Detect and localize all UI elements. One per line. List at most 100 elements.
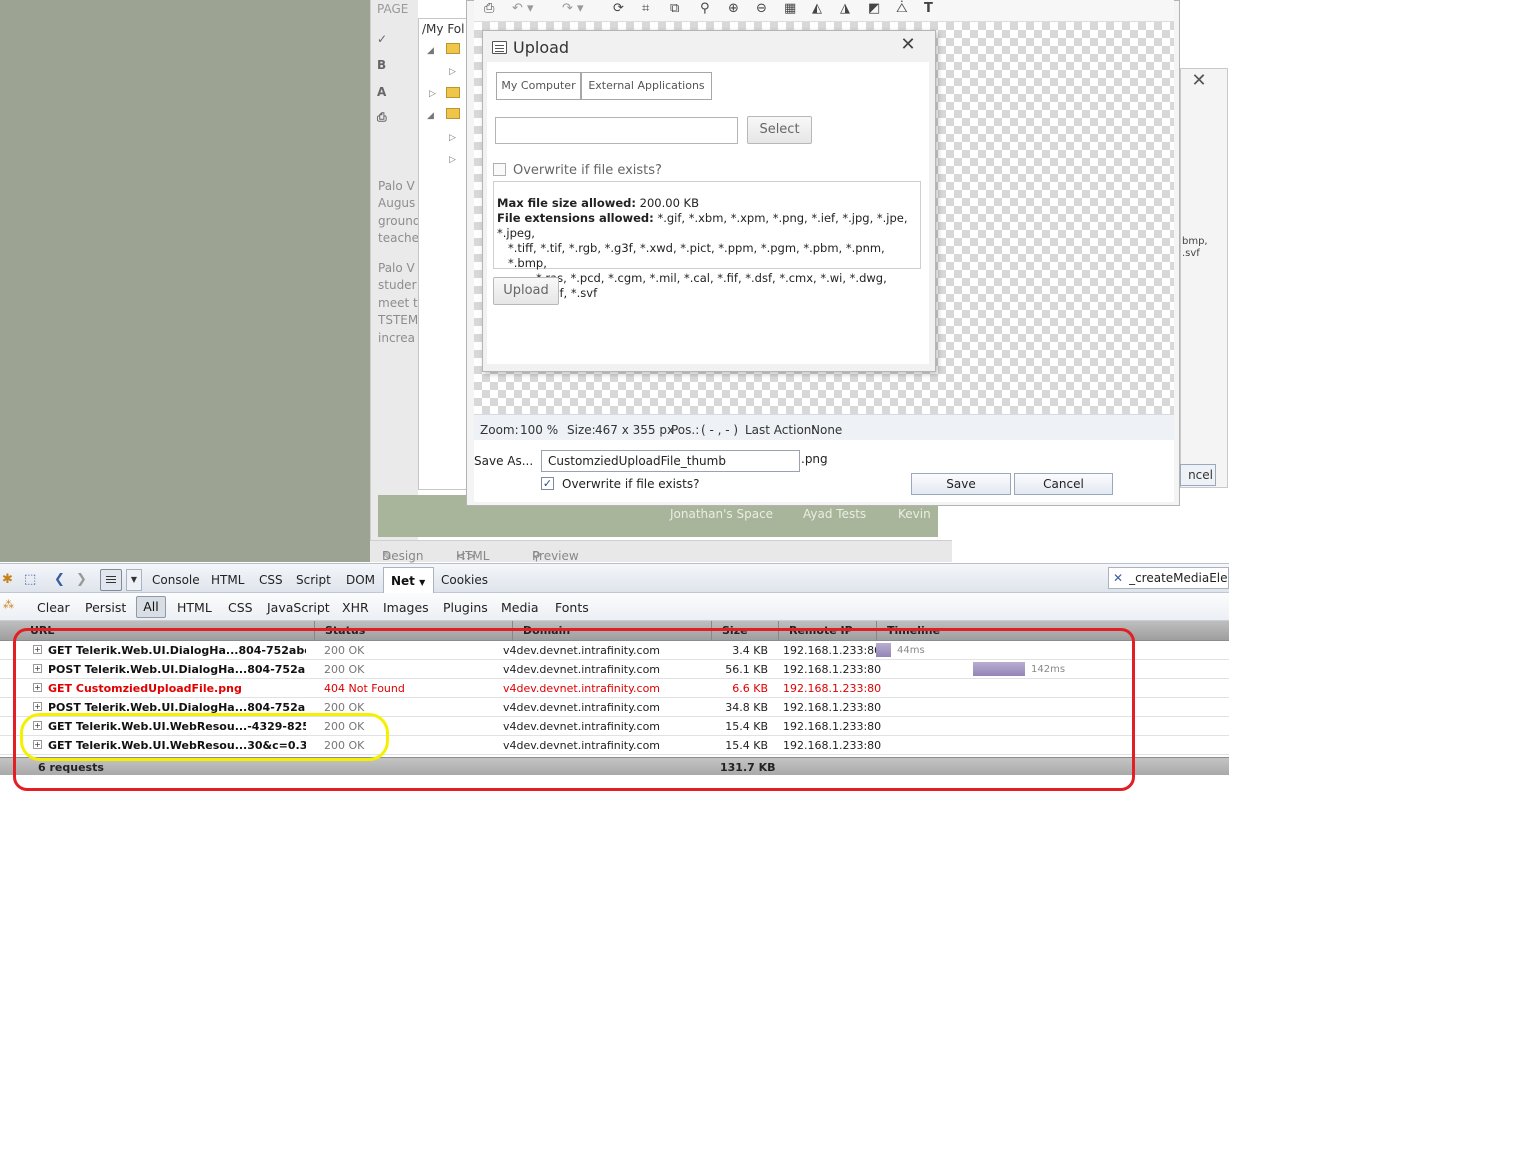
- undo-icon[interactable]: ↶ ▾: [512, 1, 534, 16]
- save-as-extension: .png: [801, 452, 828, 466]
- clear-search-icon[interactable]: ✕: [1113, 571, 1123, 585]
- spellcheck-icon[interactable]: ✓: [377, 32, 413, 52]
- overwrite-checkbox[interactable]: ✓: [541, 477, 554, 490]
- select-button[interactable]: Select: [747, 116, 812, 144]
- tab-cookies[interactable]: Cookies: [441, 573, 488, 587]
- print-icon[interactable]: ⎙: [377, 110, 413, 130]
- editor-line: Augus: [378, 196, 416, 210]
- opacity-icon[interactable]: ◩: [868, 1, 880, 16]
- filter-fonts[interactable]: Fonts: [555, 600, 589, 615]
- tab-dom[interactable]: DOM: [346, 573, 375, 587]
- zoom-label: Zoom:: [480, 423, 519, 437]
- overwrite-label: Overwrite if file exists?: [562, 477, 700, 491]
- bold-button[interactable]: B: [377, 58, 413, 78]
- persist-button[interactable]: Persist: [85, 600, 126, 615]
- cancel-button[interactable]: Cancel: [1014, 473, 1113, 495]
- last-action-value: None: [811, 423, 843, 437]
- fit-icon[interactable]: ▦: [784, 1, 796, 16]
- zoom-out-icon[interactable]: ⊖: [756, 1, 767, 16]
- tab-script[interactable]: Script: [296, 573, 331, 587]
- rotate-icon[interactable]: ◮: [840, 1, 850, 16]
- upload-button[interactable]: Upload: [493, 277, 559, 305]
- footer-link[interactable]: Ayad Tests: [803, 507, 866, 521]
- redo-icon[interactable]: ↷ ▾: [562, 1, 584, 16]
- image-editor-toolbar: ⎙ ↶ ▾ ↷ ▾ ⟳ ⌗ ⧉ ⚲ ⊕ ⊖ ▦ ◭ ◮ ◩ ⧊ T: [474, 0, 1174, 22]
- tab-console[interactable]: Console: [152, 573, 200, 587]
- overwrite-checkbox[interactable]: [493, 163, 506, 176]
- image-editor-status-bar: Zoom: 100 % Size: 467 x 355 px Pos.: ( -…: [474, 414, 1174, 440]
- firebug-toolbar: ✱ ⬚ ❮ ❯ ▼ Console HTML CSS Script DOM Ne…: [0, 563, 1229, 594]
- reset-icon[interactable]: ⟳: [613, 1, 624, 16]
- crop-icon[interactable]: ⌗: [642, 1, 649, 16]
- filter-css[interactable]: CSS: [228, 600, 253, 615]
- save-as-label: Save As...: [474, 454, 534, 468]
- flip-vertical-icon[interactable]: ⧊: [896, 1, 908, 16]
- file-path-input[interactable]: [495, 117, 738, 144]
- flip-icon[interactable]: ◭: [812, 1, 822, 16]
- tree-expand-icon[interactable]: ▷: [429, 89, 436, 99]
- firebug-icon[interactable]: ✱: [2, 572, 13, 587]
- editor-line: studer: [378, 278, 417, 292]
- clear-button[interactable]: Clear: [37, 600, 70, 615]
- editor-line: Palo V: [378, 180, 415, 193]
- forward-icon[interactable]: ❯: [76, 572, 87, 587]
- pos-label: Pos.:: [671, 423, 700, 437]
- panel-list-button[interactable]: [100, 569, 122, 591]
- footer-link[interactable]: Jonathan's Space: [670, 507, 773, 521]
- filter-xhr[interactable]: XHR: [342, 600, 369, 615]
- background-cancel-button[interactable]: ncel: [1180, 464, 1216, 486]
- size-label: Size:: [567, 423, 596, 437]
- upload-dialog-title: Upload: [513, 38, 570, 57]
- filter-images[interactable]: Images: [383, 600, 429, 615]
- filter-all[interactable]: All: [136, 596, 166, 618]
- editor-page-label: PAGE: [377, 2, 409, 16]
- folder-icon[interactable]: [446, 87, 460, 98]
- net-filter-bar: ⁂ Clear Persist All HTML CSS JavaScript …: [0, 593, 1229, 621]
- editor-line: increa: [378, 330, 415, 345]
- text-icon[interactable]: T: [924, 1, 933, 16]
- xhr-icon[interactable]: ⁂: [3, 598, 14, 611]
- size-value: 467 x 355 px: [595, 423, 675, 437]
- editor-line: teache: [378, 231, 418, 245]
- editor-mode-bar: ✎ Design <> HTML ⚲ Preview: [370, 540, 952, 563]
- tab-external-applications[interactable]: External Applications: [581, 72, 712, 100]
- print-icon[interactable]: ⎙: [484, 1, 494, 16]
- filter-javascript[interactable]: JavaScript: [267, 600, 330, 615]
- zoom-in-icon[interactable]: ⊕: [728, 1, 739, 16]
- editor-line: meet t: [378, 295, 418, 310]
- back-icon[interactable]: ❮: [54, 572, 65, 587]
- filter-media[interactable]: Media: [501, 600, 539, 615]
- tree-expand-icon[interactable]: ▷: [449, 67, 456, 77]
- tab-html[interactable]: HTML: [211, 573, 244, 587]
- zoom-icon[interactable]: ⚲: [700, 1, 710, 16]
- tab-my-computer[interactable]: My Computer: [496, 72, 581, 100]
- resize-icon[interactable]: ⧉: [670, 1, 679, 16]
- tab-css[interactable]: CSS: [259, 573, 283, 587]
- filter-html[interactable]: HTML: [177, 600, 212, 615]
- tree-collapse-icon[interactable]: ◢: [427, 46, 434, 56]
- inspect-icon[interactable]: ⬚: [24, 572, 36, 587]
- editor-content: WE Palo V Augus ground teache Palo V stu…: [378, 180, 418, 347]
- tree-path: /My Fol: [422, 22, 465, 36]
- filter-plugins[interactable]: Plugins: [443, 600, 488, 615]
- save-button[interactable]: Save: [911, 473, 1011, 495]
- folder-icon[interactable]: [446, 108, 460, 119]
- background-dialog: [1180, 68, 1228, 488]
- tree-expand-icon[interactable]: ▷: [449, 155, 456, 165]
- save-as-input[interactable]: [541, 450, 800, 472]
- tree-expand-icon[interactable]: ▷: [449, 133, 456, 143]
- chevron-down-icon[interactable]: ▼: [126, 569, 142, 591]
- close-icon[interactable]: ✕: [1186, 70, 1212, 92]
- footer-link[interactable]: Kevin: [898, 507, 931, 521]
- file-tree-panel: /My Fol ◢ ▷ ▷ ◢ ▷ ▷: [418, 18, 470, 490]
- yellow-highlight-outline: [20, 713, 389, 761]
- red-highlight-outline: [13, 628, 1135, 791]
- allowed-extensions: File extensions allowed: *.gif, *.xbm, *…: [497, 211, 908, 300]
- firebug-search-input[interactable]: ✕_createMediaEleme: [1108, 567, 1229, 589]
- font-color-button[interactable]: A: [377, 85, 413, 105]
- tree-collapse-icon[interactable]: ◢: [427, 111, 434, 121]
- tab-net[interactable]: Net ▼: [383, 567, 434, 594]
- folder-icon[interactable]: [446, 43, 460, 54]
- editor-line: TSTEM: [378, 313, 418, 327]
- close-icon[interactable]: ✕: [898, 34, 918, 56]
